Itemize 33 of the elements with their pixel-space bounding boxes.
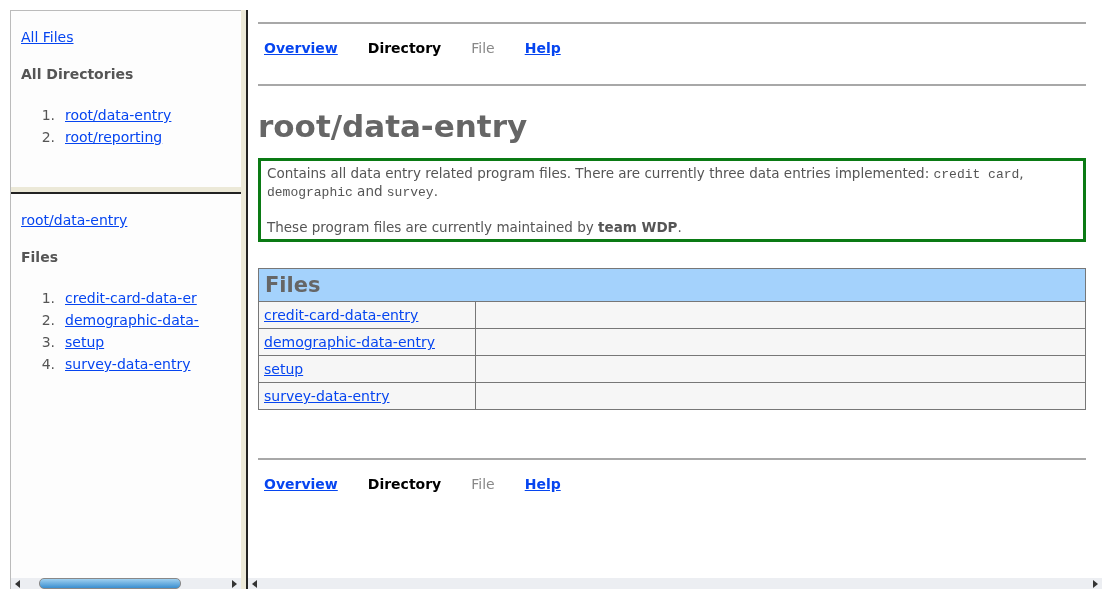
sidebar-item[interactable]: root/reporting [65, 126, 163, 148]
nav-label: Directory [367, 40, 442, 58]
list-number: 1. [40, 106, 55, 125]
sidebar-heading: Files [21, 249, 59, 265]
list-number: 2. [40, 311, 55, 330]
nav-label: File [471, 40, 495, 58]
description-text: Contains all data entry related program files. There are currently three data entries implemented: credit card, demographic and survey. [267, 165, 1025, 201]
frame-splitter[interactable] [11, 187, 241, 194]
list-number: 3. [40, 333, 55, 352]
sidebar-item[interactable]: survey-data-entry [65, 353, 191, 375]
sidebar-heading: All Directories [21, 66, 135, 82]
nav-link[interactable]: Overview [264, 476, 338, 504]
scrollbar[interactable] [11, 578, 241, 589]
sidebar-item[interactable]: root/data-entry [65, 104, 172, 126]
list-number: 4. [40, 355, 55, 374]
nav-label: File [471, 476, 495, 494]
maintainer-text: These program files are currently maintained by team WDP. [267, 219, 683, 235]
list-number: 1. [40, 289, 55, 308]
sidebar-item[interactable]: credit-card-data-er [65, 287, 197, 309]
sidebar-link[interactable]: root/data-entry [21, 212, 128, 228]
frame-splitter[interactable] [241, 10, 248, 589]
scrollbar[interactable] [248, 578, 1102, 589]
nav-link[interactable]: Overview [264, 40, 338, 68]
table-heading: Files [258, 268, 1086, 302]
file-link[interactable]: setup [264, 361, 304, 377]
list-number: 2. [40, 128, 55, 147]
sidebar-link[interactable]: All Files [21, 29, 74, 45]
sidebar-item[interactable]: demographic-data- [65, 309, 199, 331]
page-title: root/data-entry [258, 108, 529, 144]
nav-link[interactable]: Help [524, 40, 561, 68]
sidebar-item[interactable]: setup [65, 331, 105, 353]
nav-label: Directory [367, 476, 442, 494]
nav-link[interactable]: Help [524, 476, 561, 504]
